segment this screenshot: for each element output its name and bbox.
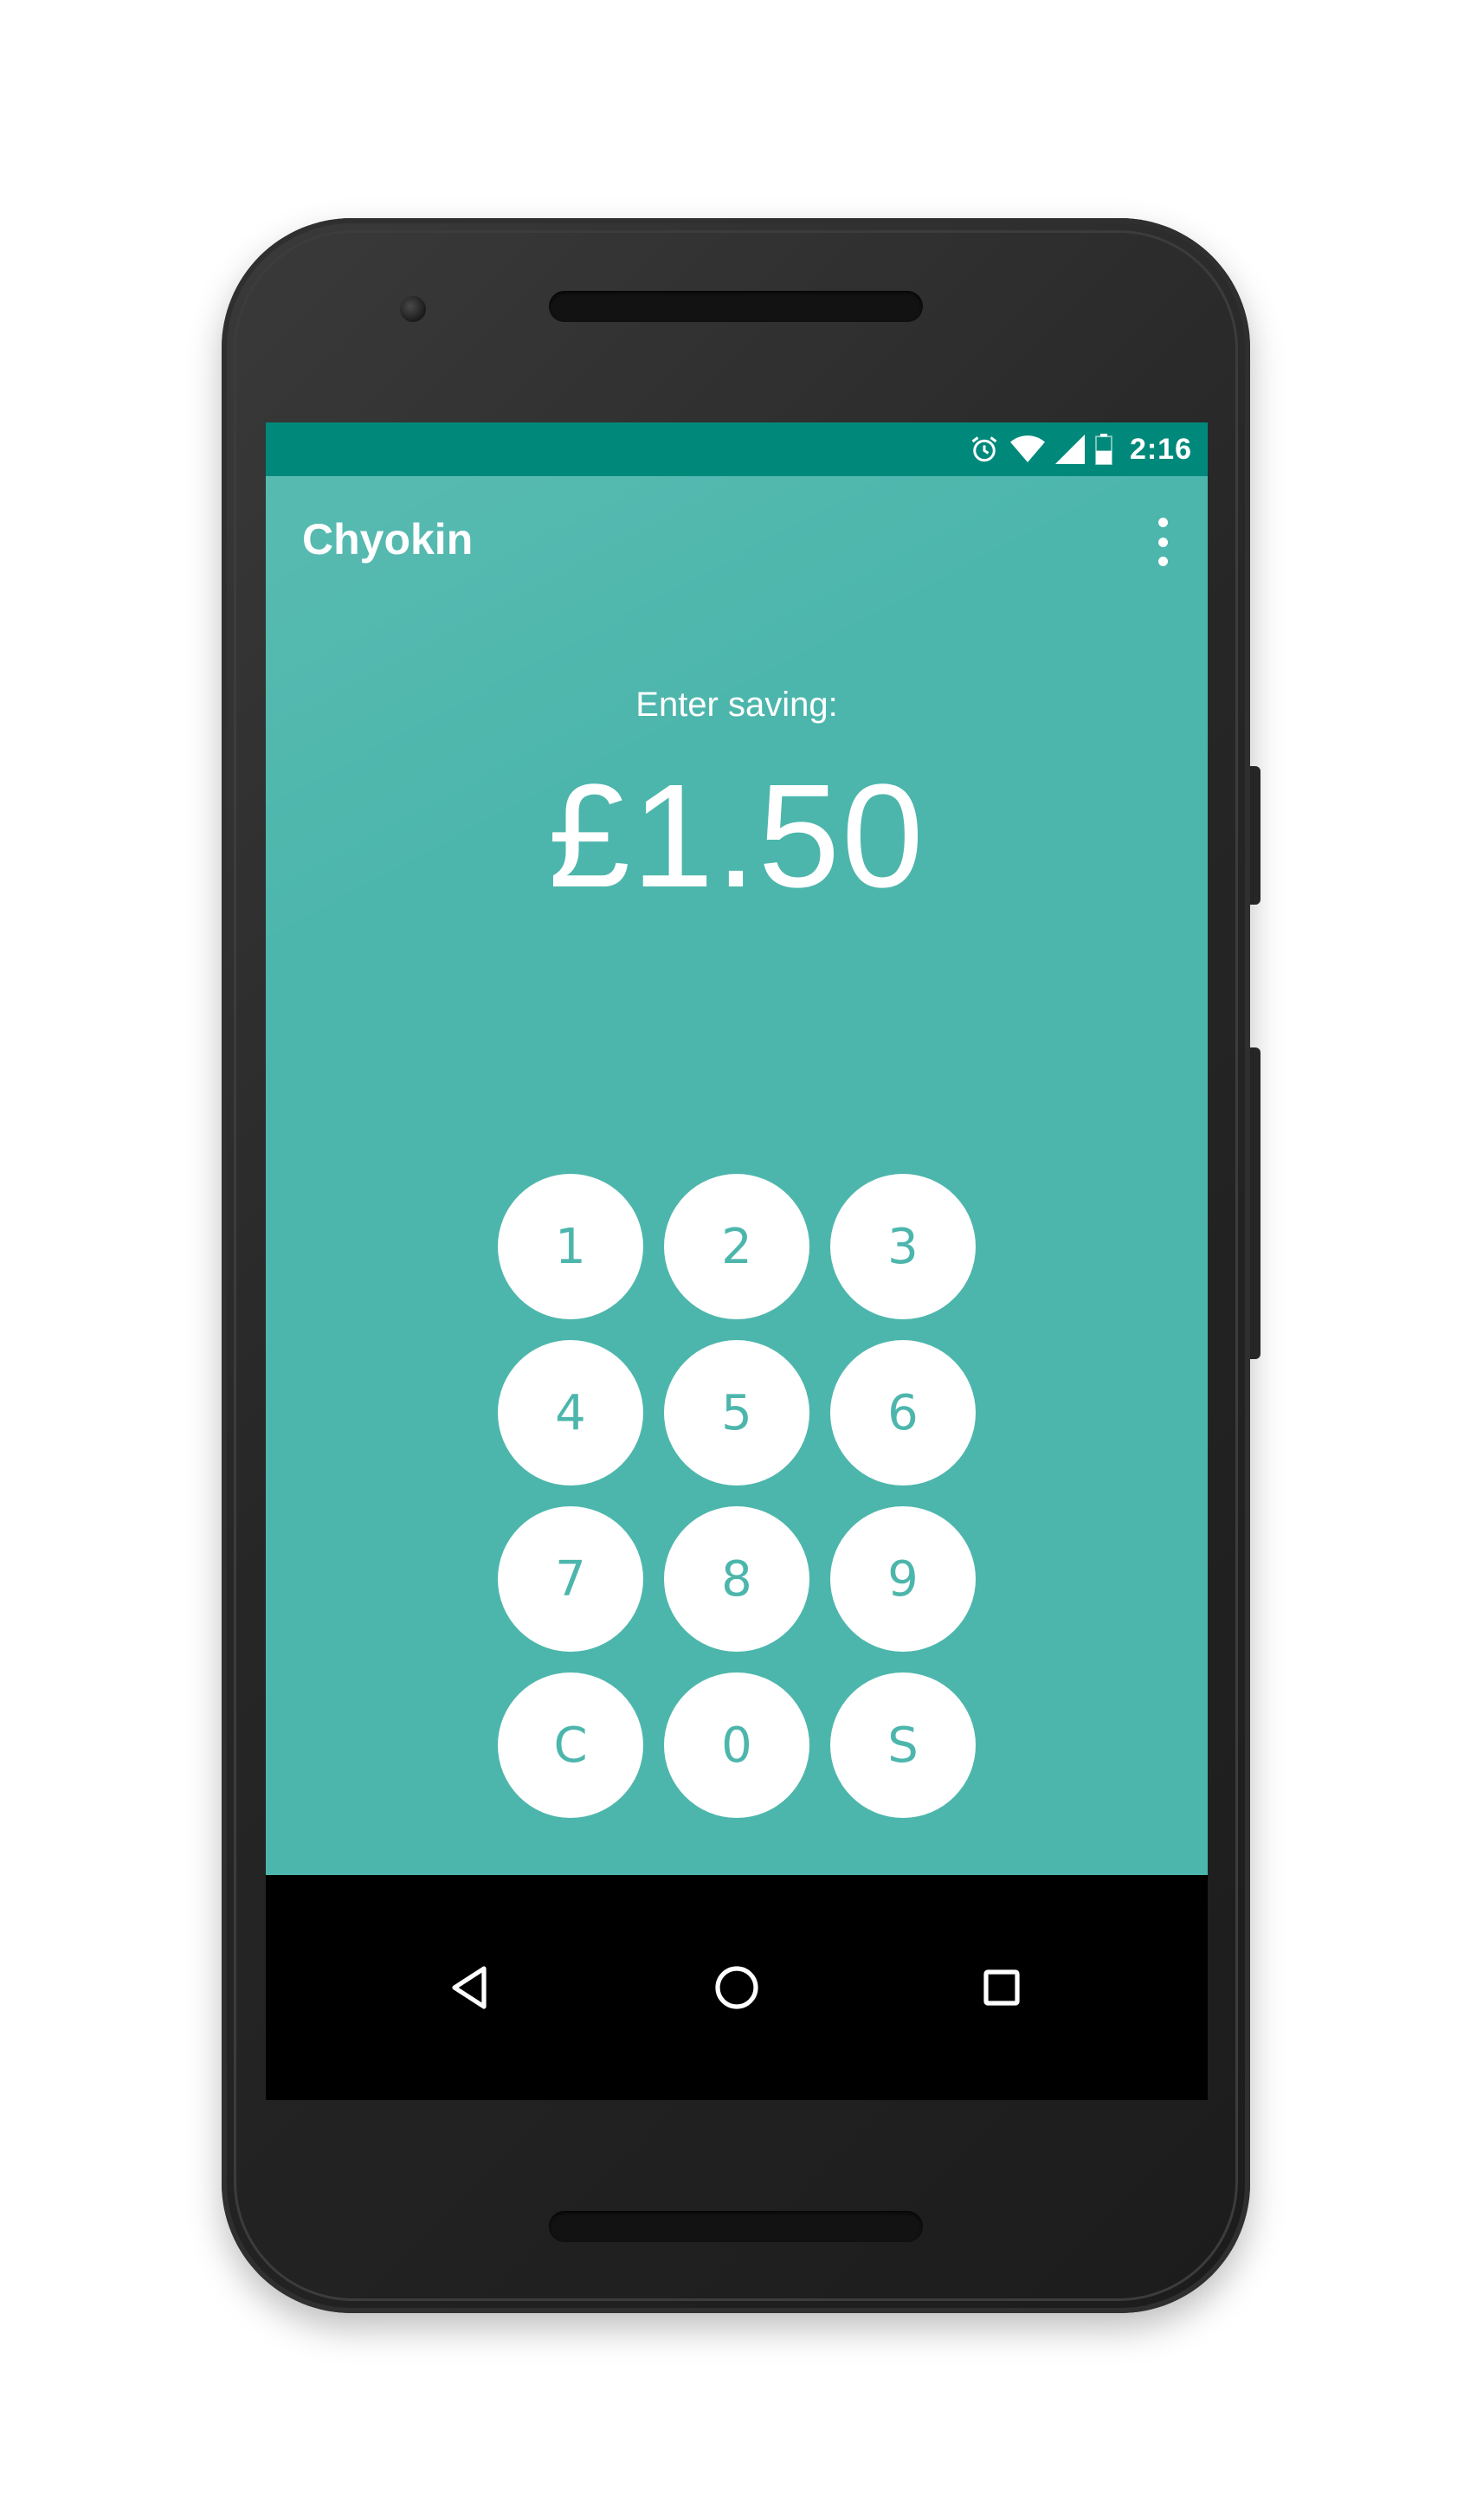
top-speaker-grille bbox=[549, 291, 923, 322]
home-icon[interactable] bbox=[706, 1956, 768, 2019]
clear-key[interactable]: C bbox=[498, 1672, 643, 1818]
key-1[interactable]: 1 bbox=[498, 1174, 643, 1319]
saving-prompt: Enter saving: bbox=[635, 686, 838, 724]
navigation-bar bbox=[266, 1875, 1208, 2100]
app-title: Chyokin bbox=[302, 515, 474, 564]
alarm-icon bbox=[969, 434, 1000, 465]
recents-icon[interactable] bbox=[970, 1956, 1033, 2019]
status-clock: 2:16 bbox=[1129, 432, 1192, 466]
key-7[interactable]: 7 bbox=[498, 1506, 643, 1652]
status-icons: 2:16 bbox=[969, 422, 1192, 476]
saving-amount: £1.50 bbox=[548, 754, 925, 918]
wifi-icon bbox=[1009, 435, 1045, 464]
key-2[interactable]: 2 bbox=[664, 1174, 809, 1319]
key-3[interactable]: 3 bbox=[830, 1174, 976, 1319]
save-key[interactable]: S bbox=[830, 1672, 976, 1818]
power-button bbox=[1250, 766, 1260, 905]
key-9[interactable]: 9 bbox=[830, 1506, 976, 1652]
app-toolbar: Chyokin bbox=[266, 476, 1208, 606]
status-bar: 2:16 bbox=[266, 422, 1208, 476]
key-8[interactable]: 8 bbox=[664, 1506, 809, 1652]
key-0[interactable]: 0 bbox=[664, 1672, 809, 1818]
back-icon[interactable] bbox=[439, 1956, 501, 2019]
device-mockup: 2:16 Chyokin Enter saving: £1.50 1 2 3 4… bbox=[0, 0, 1470, 2520]
volume-button bbox=[1250, 1047, 1260, 1359]
signal-icon bbox=[1054, 435, 1085, 464]
keypad: 1 2 3 4 5 6 7 8 9 C 0 S bbox=[498, 1174, 976, 1818]
battery-icon bbox=[1095, 434, 1112, 465]
screen: 2:16 Chyokin Enter saving: £1.50 1 2 3 4… bbox=[266, 422, 1208, 2100]
front-camera bbox=[400, 296, 426, 322]
app-content: Chyokin Enter saving: £1.50 1 2 3 4 5 6 … bbox=[266, 476, 1208, 1875]
key-4[interactable]: 4 bbox=[498, 1340, 643, 1486]
bottom-speaker-grille bbox=[549, 2211, 923, 2242]
key-6[interactable]: 6 bbox=[830, 1340, 976, 1486]
more-vert-icon[interactable] bbox=[1145, 518, 1180, 566]
key-5[interactable]: 5 bbox=[664, 1340, 809, 1486]
